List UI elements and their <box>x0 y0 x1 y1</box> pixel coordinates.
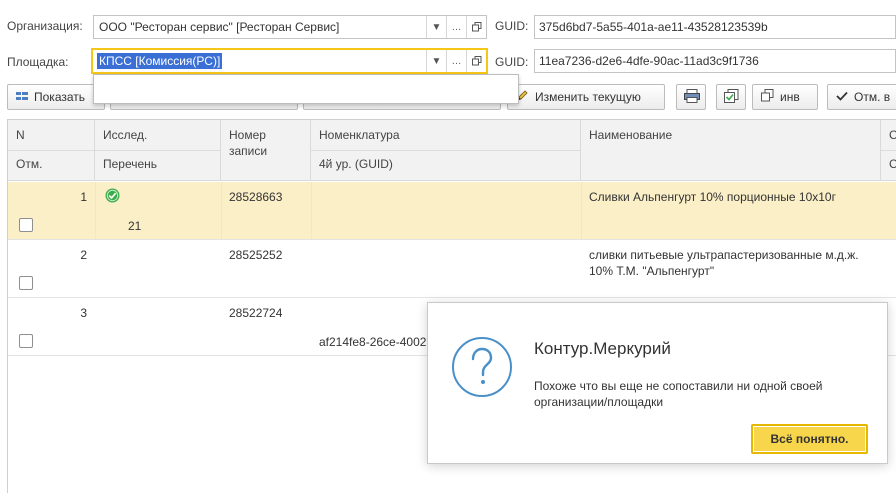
more-icon[interactable]: … <box>446 50 466 72</box>
header-name[interactable]: Наименование <box>581 120 881 181</box>
chevron-down-icon[interactable]: ▼ <box>426 16 446 38</box>
question-icon <box>451 336 513 401</box>
org-guid-field[interactable]: 375d6bd7-5a55-401a-ae11-43528123539b <box>534 15 896 39</box>
org-guid-value: 375d6bd7-5a55-401a-ae11-43528123539b <box>539 20 768 34</box>
check-circle-icon <box>105 188 120 206</box>
inv-button[interactable]: инв <box>752 84 818 110</box>
row-number: 2 <box>80 248 87 262</box>
row-checkbox[interactable] <box>19 276 33 290</box>
row-list: 21 <box>128 219 142 233</box>
edit-current-label: Изменить текущую <box>535 90 641 104</box>
header-divider <box>881 150 896 151</box>
column-divider <box>221 182 222 239</box>
popup-message: Похоже что вы еще не сопоставили ни одно… <box>534 379 823 409</box>
show-button[interactable]: Показать <box>7 84 105 110</box>
popup-title: Контур.Меркурий <box>534 339 671 358</box>
row-name: сливки питьевые ультрапастеризованные м.… <box>589 248 859 278</box>
table-row[interactable]: 2 28525252 сливки питьевые ультрапастери… <box>8 240 896 298</box>
org-guid-label: GUID: <box>495 19 529 33</box>
row-number: 3 <box>80 306 87 320</box>
row-checkbox[interactable] <box>19 334 33 348</box>
more-icon[interactable]: … <box>446 16 466 38</box>
header-nomenclature-label: Номенклатура <box>319 128 400 142</box>
chevron-down-icon[interactable]: ▼ <box>426 50 446 72</box>
column-divider <box>581 182 582 239</box>
printer-icon <box>684 88 700 106</box>
column-divider <box>311 182 312 239</box>
header-divider <box>95 150 220 151</box>
site-guid-label: GUID: <box>495 55 529 69</box>
column-divider <box>95 182 96 239</box>
site-value[interactable]: КПСС [Комиссия(РС)] <box>97 53 223 69</box>
row-number: 1 <box>80 190 87 204</box>
site-field[interactable]: КПСС [Комиссия(РС)] ▼ … <box>91 48 488 74</box>
mark-button[interactable]: Отм. в <box>827 84 896 110</box>
notification-popup: Контур.Меркурий Похоже что вы еще не соп… <box>427 302 888 464</box>
row-record: 28525252 <box>229 248 283 262</box>
table-row[interactable]: 1 21 28528663 Сливки Альпенгурт 10% порц… <box>8 182 896 240</box>
checkmark-icon <box>836 90 848 104</box>
header-name-label: Наименование <box>589 128 673 142</box>
header-n-label: N <box>16 128 25 142</box>
row-checkbox[interactable] <box>19 218 33 232</box>
copy-icon <box>761 89 774 105</box>
site-guid-value: 11ea7236-d2e6-4dfe-90ac-11ad3c9f1736 <box>539 54 759 68</box>
header-extra-label: С <box>889 127 896 143</box>
site-guid-field[interactable]: 11ea7236-d2e6-4dfe-90ac-11ad3c9f1736 <box>534 49 896 73</box>
row-name: Сливки Альпенгурт 10% порционные 10х10г <box>589 190 836 204</box>
header-extra[interactable]: С С <box>881 120 896 181</box>
header-nomenclature[interactable]: Номенклатура 4й ур. (GUID) <box>311 120 581 181</box>
header-record-no-label: Номер записи <box>229 128 268 158</box>
header-level4-label: 4й ур. (GUID) <box>319 157 393 171</box>
row-record: 28528663 <box>229 190 283 204</box>
header-research[interactable]: Исслед. Перечень <box>95 120 221 181</box>
site-label: Площадка: <box>7 55 69 69</box>
header-record-no[interactable]: Номер записи <box>221 120 311 181</box>
ok-button[interactable]: Всё понятно. <box>751 424 868 454</box>
header-list-label: Перечень <box>103 157 158 171</box>
org-label: Организация: <box>7 19 83 33</box>
show-button-label: Показать <box>34 90 86 104</box>
site-dropdown-list[interactable] <box>93 74 519 104</box>
print-button[interactable] <box>676 84 706 110</box>
row-record: 28522724 <box>229 306 283 320</box>
open-icon[interactable] <box>466 50 486 72</box>
inv-label: инв <box>780 90 800 104</box>
edit-current-button[interactable]: Изменить текущую <box>507 84 665 110</box>
header-divider <box>311 150 580 151</box>
header-extra-label-2: С <box>889 157 896 171</box>
copy-check-icon <box>724 88 739 106</box>
header-divider <box>8 150 94 151</box>
header-n[interactable]: N Отм. <box>8 120 95 181</box>
header-mark-label: Отм. <box>16 157 43 171</box>
header-research-label: Исслед. <box>103 128 148 142</box>
list-icon <box>16 90 28 104</box>
row-guid: af214fe8-26ce-4002 <box>319 335 427 349</box>
mark-label: Отм. в <box>854 90 891 104</box>
open-icon[interactable] <box>466 16 486 38</box>
copy-button[interactable] <box>716 84 746 110</box>
org-field[interactable]: ООО "Ресторан сервис" [Ресторан Сервис] … <box>93 15 487 39</box>
org-value[interactable]: ООО "Ресторан сервис" [Ресторан Сервис] <box>94 20 426 34</box>
